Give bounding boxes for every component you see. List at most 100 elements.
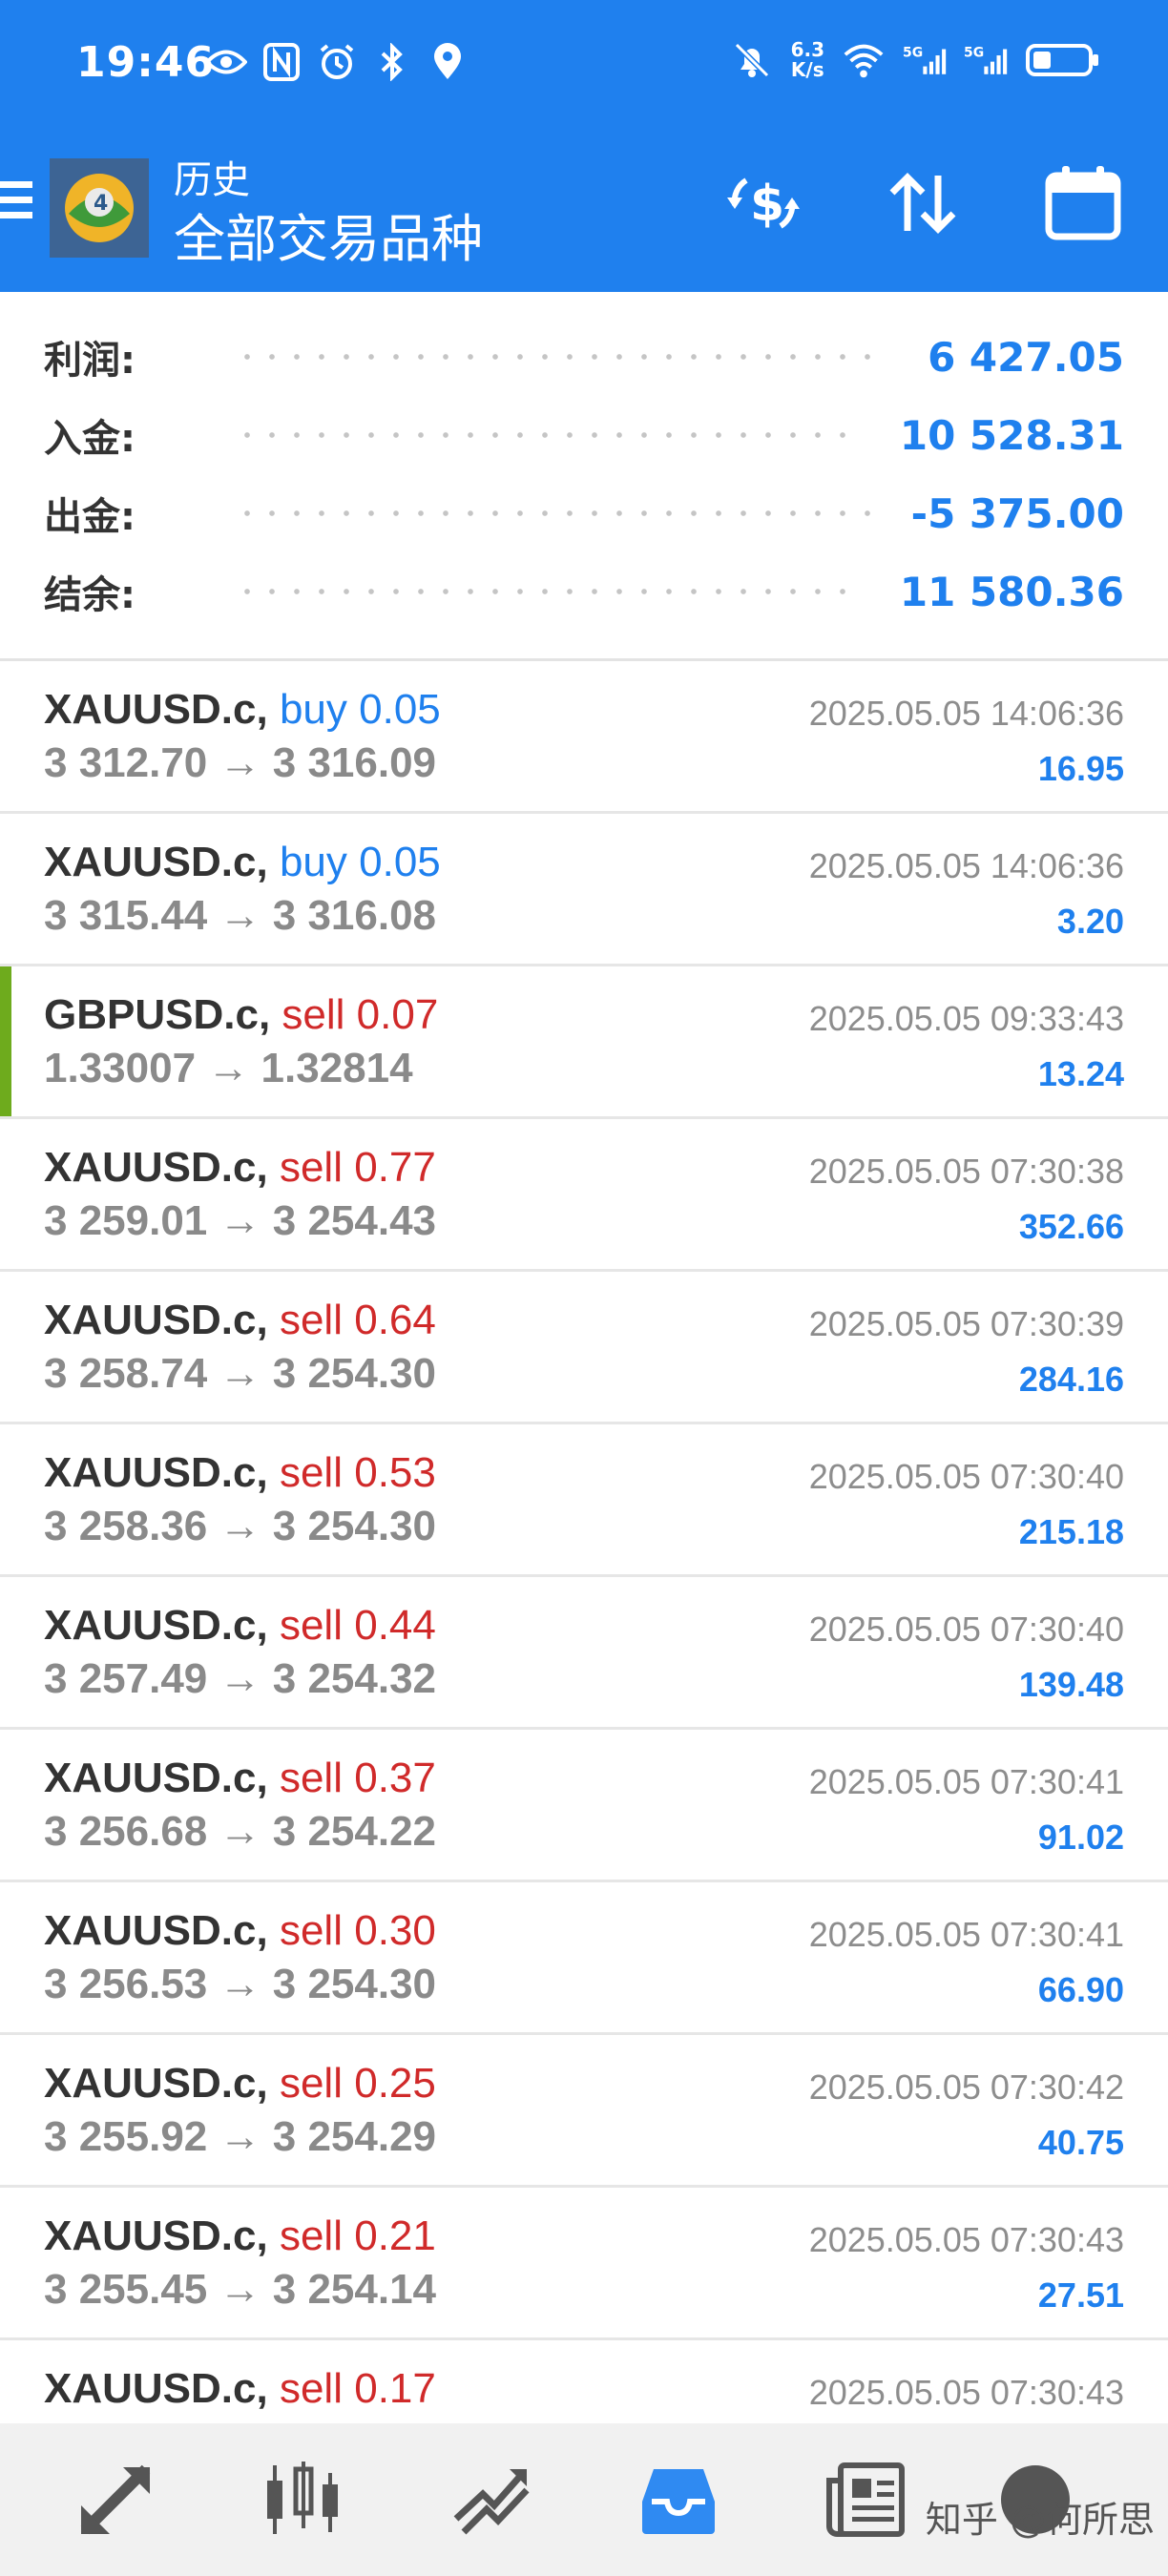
trade-row[interactable]: XAUUSD.c, sell 0.77 3 259.01 → 3 254.43 20… [0,1119,1168,1272]
trade-header: XAUUSD.c, sell 0.21 [44,2212,436,2260]
trade-side: sell [279,1144,343,1191]
trade-header: XAUUSD.c, buy 0.05 [44,686,441,734]
leader-dots [235,509,873,517]
trade-header: XAUUSD.c, sell 0.64 [44,1297,436,1344]
summary-value: 6 427.05 [928,333,1124,381]
svg-text:5G: 5G [964,46,984,61]
summary-value: 10 528.31 [899,411,1124,459]
trade-side: sell [279,2212,343,2259]
alarm-icon [315,40,359,84]
trade-symbol: XAUUSD.c, [44,2060,268,2107]
trade-side: sell [282,991,345,1038]
trade-prices: 3 256.68 → 3 254.22 [44,1808,436,1856]
arrow-icon: → [219,2266,261,2313]
trade-row[interactable]: XAUUSD.c, buy 0.05 3 315.44 → 3 316.08 202… [0,814,1168,966]
currency-exchange-icon[interactable]: $ [720,160,806,246]
trade-volume: 0.64 [354,1297,436,1343]
battery-icon [1025,38,1101,82]
summary-label: 利润: [44,339,136,383]
trade-header: XAUUSD.c, sell 0.77 [44,1144,436,1192]
arrow-icon: → [219,739,261,786]
trade-prices: 1.33007 → 1.32814 [44,1045,413,1092]
summary-label: 出金: [44,495,136,539]
open-price: 3 312.70 [44,739,208,786]
trade-header: XAUUSD.c, sell 0.17 [44,2365,436,2413]
open-price: 3 255.45 [44,2266,208,2313]
trade-row[interactable]: XAUUSD.c, sell 0.44 3 257.49 → 3 254.32 20… [0,1577,1168,1730]
network-speed: 6.3 K/s [790,38,824,81]
arrow-icon: → [219,1350,261,1397]
trade-profit: 352.66 [1018,1207,1124,1246]
svg-text:4: 4 [94,192,108,216]
menu-icon[interactable] [0,181,32,229]
trade-row[interactable]: XAUUSD.c, sell 0.25 3 255.92 → 3 254.29 20… [0,2035,1168,2188]
app-bar: 4 历史 全部交易品种 $ [0,143,1168,292]
trade-profit: 13.24 [1037,1054,1124,1093]
close-price: 3 254.30 [272,1503,437,1549]
app-logo: 4 [50,158,149,258]
trade-side: sell [279,2060,343,2107]
symbol-filter[interactable]: 全部交易品种 [174,197,483,272]
calendar-icon[interactable] [1040,160,1126,246]
trade-time: 2025.05.05 07:30:43 [808,2373,1124,2412]
close-price: 3 254.29 [272,2113,437,2160]
trade-header: XAUUSD.c, sell 0.53 [44,1449,436,1497]
trade-profit: 40.75 [1037,2123,1124,2162]
arrow-icon: → [219,1197,261,1244]
svg-text:5G: 5G [903,46,923,61]
arrow-icon: → [219,892,261,939]
summary-balance-row: 结余: 11 580.36 [44,553,1124,630]
trade-volume: 0.17 [354,2365,436,2412]
summary-profit-row: 利润: 6 427.05 [44,319,1124,395]
trade-time: 2025.05.05 07:30:42 [808,2067,1124,2107]
trade-volume: 0.53 [354,1449,436,1496]
trade-icon[interactable] [439,2452,544,2547]
trade-volume: 0.44 [354,1602,436,1649]
eye-icon [204,40,248,84]
close-price: 3 254.30 [272,1961,437,2007]
trade-header: XAUUSD.c, sell 0.30 [44,1907,436,1955]
trade-time: 2025.05.05 09:33:43 [808,999,1124,1038]
summary-value: 11 580.36 [899,568,1124,615]
history-icon[interactable] [626,2452,731,2547]
selected-indicator [0,966,11,1116]
close-price: 3 254.43 [272,1197,437,1244]
trade-prices: 3 256.53 → 3 254.30 [44,1961,436,2008]
trade-profit: 16.95 [1037,749,1124,788]
leader-dots [235,353,890,361]
nfc-icon [260,40,303,84]
trade-profit: 3.20 [1056,902,1124,941]
leader-dots [235,588,862,595]
trade-prices: 3 258.36 → 3 254.30 [44,1503,436,1550]
trade-profit: 139.48 [1018,1665,1124,1704]
quotes-icon[interactable] [65,2452,170,2547]
trade-symbol: XAUUSD.c, [44,2365,268,2412]
trade-side: buy [279,686,347,733]
trade-prices: 3 255.45 → 3 254.14 [44,2266,436,2314]
trade-row[interactable]: XAUUSD.c, sell 0.37 3 256.68 → 3 254.22 20… [0,1730,1168,1882]
trade-row[interactable]: XAUUSD.c, sell 0.64 3 258.74 → 3 254.30 20… [0,1272,1168,1424]
trade-time: 2025.05.05 07:30:38 [808,1152,1124,1191]
trade-row[interactable]: XAUUSD.c, sell 0.21 3 255.45 → 3 254.14 20… [0,2188,1168,2340]
sort-icon[interactable] [880,160,966,246]
status-right-icons: 6.3 K/s 5G 5G [730,38,1101,82]
trade-profit: 27.51 [1037,2275,1124,2315]
trade-row[interactable]: GBPUSD.c, sell 0.07 1.33007 → 1.32814 2025… [0,966,1168,1119]
trade-row[interactable]: XAUUSD.c, sell 0.53 3 258.36 → 3 254.30 20… [0,1424,1168,1577]
trade-volume: 0.25 [354,2060,436,2107]
trade-symbol: GBPUSD.c, [44,991,271,1038]
trade-row[interactable]: XAUUSD.c, sell 0.30 3 256.53 → 3 254.30 20… [0,1882,1168,2035]
summary-withdrawal-row: 出金: -5 375.00 [44,475,1124,551]
trade-prices: 3 258.74 → 3 254.30 [44,1350,436,1398]
trade-symbol: XAUUSD.c, [44,2212,268,2259]
chart-icon[interactable] [250,2452,355,2547]
close-price: 1.32814 [261,1045,413,1091]
trade-volume: 0.37 [354,1755,436,1801]
open-price: 3 256.68 [44,1808,208,1855]
trade-row[interactable]: XAUUSD.c, buy 0.05 3 312.70 → 3 316.09 202… [0,661,1168,814]
trade-profit: 91.02 [1037,1818,1124,1857]
arrow-icon: → [219,1655,261,1702]
news-icon[interactable] [813,2452,918,2547]
open-price: 3 315.44 [44,892,208,939]
trade-symbol: XAUUSD.c, [44,1449,268,1496]
